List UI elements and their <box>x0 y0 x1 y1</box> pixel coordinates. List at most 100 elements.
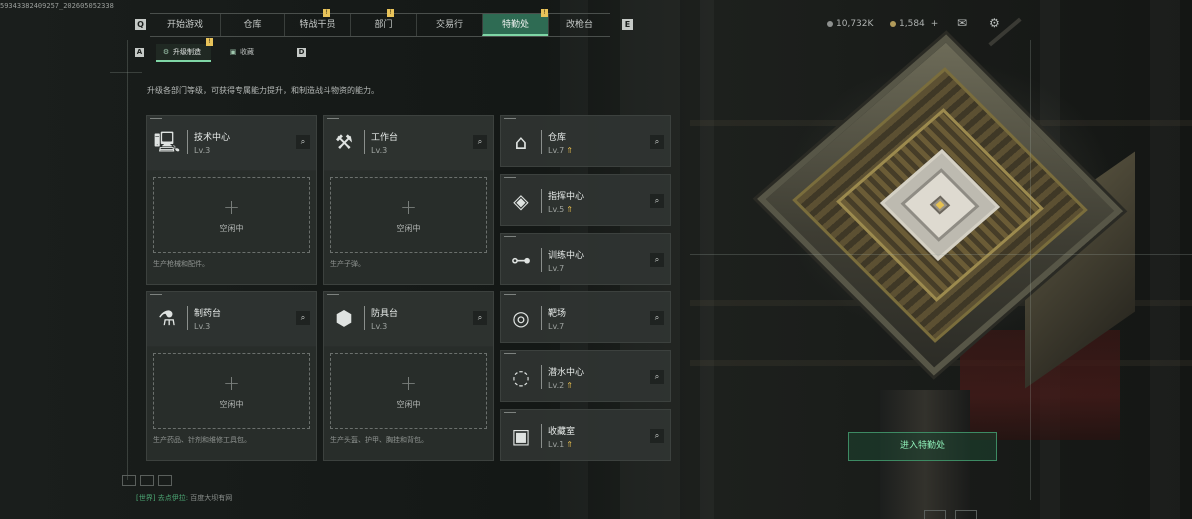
intro-text: 升级各部门等级，可获得专属能力提升，和制造战斗物资的能力。 <box>147 86 379 95</box>
tab-operators[interactable]: 特战干员! <box>284 9 350 36</box>
bottom-button[interactable] <box>955 510 977 519</box>
production-slot[interactable]: + 空闲中 <box>153 177 310 253</box>
diving-goggles-icon: ◌ <box>512 365 530 389</box>
gear-icon[interactable]: ⚙ <box>989 17 1000 29</box>
chat-line[interactable]: [世界] 去点伊拉: 百度大坝有网 <box>136 493 232 503</box>
mail-icon[interactable]: ✉ <box>957 17 967 29</box>
enter-special-ops-button[interactable]: 进入特勤处 <box>848 432 997 461</box>
chat-emote-button[interactable] <box>158 475 172 486</box>
microscope-icon: ⚗ <box>158 306 176 330</box>
building-name: 防具台 <box>371 309 399 319</box>
collection-icon: ▣ <box>229 48 237 56</box>
building-level: Lv.1 ⇑ <box>548 440 573 449</box>
search-icon[interactable]: ⌕ <box>650 370 664 384</box>
main-nav-tabs: 开始游戏 仓库 特战干员! 部门! 交易行 特勤处! 改枪台 <box>150 9 610 37</box>
target-icon: ◎ <box>512 306 530 330</box>
plus-icon: + <box>223 194 240 219</box>
building-card-tech-center[interactable]: 🖳 技术中心 Lv.3 ⌕ + 空闲中 生产枪械和配件。 <box>146 115 317 285</box>
search-icon[interactable]: ⌕ <box>650 253 664 267</box>
command-diamond-icon: ◈ <box>513 189 529 213</box>
building-description: 生产头盔、护甲、胸挂和背包。 <box>330 436 428 444</box>
upgrade-arrow-icon: ⇑ <box>566 146 573 155</box>
tab-special-ops[interactable]: 特勤处! <box>482 9 548 36</box>
coin-icon <box>827 21 833 27</box>
craft-icon: ⚙ <box>162 48 170 56</box>
chat-toggle-button[interactable] <box>122 475 136 486</box>
building-description: 生产子弹。 <box>330 260 365 268</box>
notification-badge: ! <box>323 9 330 17</box>
display-case-icon: ▣ <box>511 424 531 448</box>
building-name: 潜水中心 <box>548 368 585 378</box>
building-card-training-center[interactable]: ⊶ 训练中心 Lv.7 ⌕ <box>500 233 671 285</box>
building-level: Lv.3 <box>371 146 388 155</box>
building-level: Lv.3 <box>194 322 211 331</box>
tab-gunsmith[interactable]: 改枪台 <box>548 14 610 36</box>
building-card-collection-room[interactable]: ▣ 收藏室 Lv.1 ⇑ ⌕ <box>500 409 671 461</box>
building-card-command-center[interactable]: ◈ 指挥中心 Lv.5 ⇑ ⌕ <box>500 174 671 226</box>
building-name: 指挥中心 <box>548 192 585 202</box>
chat-channel: [世界] <box>136 494 156 502</box>
production-slot[interactable]: + 空闲中 <box>330 353 487 429</box>
building-card-warehouse[interactable]: ⌂ 仓库 Lv.7 ⇑ ⌕ <box>500 115 671 167</box>
sub-nav-tabs: ⚙ 升级制造 ! ▣ 收藏 <box>150 38 264 62</box>
tab-department[interactable]: 部门! <box>350 9 416 36</box>
point-icon <box>890 21 896 27</box>
subnav-prev-key[interactable]: A <box>135 48 144 57</box>
search-icon[interactable]: ⌕ <box>650 429 664 443</box>
building-name: 工作台 <box>371 133 399 143</box>
armor-pieces-icon: ⬢ <box>335 306 353 330</box>
building-name: 收藏室 <box>548 427 576 437</box>
building-card-workbench[interactable]: ⚒ 工作台 Lv.3 ⌕ + 空闲中 生产子弹。 <box>323 115 494 285</box>
tab-start-game[interactable]: 开始游戏 <box>150 14 220 36</box>
search-icon[interactable]: ⌕ <box>650 135 664 149</box>
building-card-shooting-range[interactable]: ◎ 靶场 Lv.7 ⌕ <box>500 291 671 343</box>
chat-channel-button[interactable] <box>140 475 154 486</box>
search-icon[interactable]: ⌕ <box>473 135 487 149</box>
dumbbell-icon: ⊶ <box>511 248 531 272</box>
warehouse-icon: ⌂ <box>514 130 528 154</box>
notification-badge: ! <box>206 38 213 46</box>
building-card-armor-bench[interactable]: ⬢ 防具台 Lv.3 ⌕ + 空闲中 生产头盔、护甲、胸挂和背包。 <box>323 291 494 461</box>
tab-trade[interactable]: 交易行 <box>416 14 482 36</box>
special-ops-cube <box>757 34 1135 400</box>
building-level: Lv.7 <box>548 264 565 273</box>
building-level: Lv.5 ⇑ <box>548 205 573 214</box>
production-slot[interactable]: + 空闲中 <box>153 353 310 429</box>
computer-icon: 🖳 <box>153 130 181 154</box>
building-description: 生产药品、针剂和维修工具包。 <box>153 436 251 444</box>
currency-points: 1,584 + <box>890 19 938 29</box>
search-icon[interactable]: ⌕ <box>296 135 310 149</box>
upgrade-arrow-icon: ⇑ <box>566 440 573 449</box>
building-card-pharmacy[interactable]: ⚗ 制药台 Lv.3 ⌕ + 空闲中 生产药品、针剂和维修工具包。 <box>146 291 317 461</box>
notification-badge: ! <box>387 9 394 17</box>
building-level: Lv.3 <box>371 322 388 331</box>
search-icon[interactable]: ⌕ <box>650 311 664 325</box>
search-icon[interactable]: ⌕ <box>473 311 487 325</box>
chat-message: 百度大坝有网 <box>190 494 233 502</box>
subnav-next-key[interactable]: D <box>297 48 306 57</box>
building-level: Lv.3 <box>194 146 211 155</box>
tab-warehouse[interactable]: 仓库 <box>220 14 284 36</box>
building-name: 技术中心 <box>194 133 231 143</box>
search-icon[interactable]: ⌕ <box>296 311 310 325</box>
subtab-collection[interactable]: ▣ 收藏 <box>223 44 264 62</box>
bottom-button[interactable] <box>924 510 946 519</box>
upgrade-arrow-icon: ⇑ <box>566 381 573 390</box>
building-level: Lv.2 ⇑ <box>548 381 573 390</box>
subtab-upgrade-craft[interactable]: ⚙ 升级制造 ! <box>156 38 213 62</box>
building-card-diving-center[interactable]: ◌ 潜水中心 Lv.2 ⇑ ⌕ <box>500 350 671 402</box>
search-icon[interactable]: ⌕ <box>650 194 664 208</box>
nav-prev-key[interactable]: Q <box>135 19 146 30</box>
building-description: 生产枪械和配件。 <box>153 260 209 268</box>
building-name: 仓库 <box>548 133 567 143</box>
plus-icon: + <box>223 370 240 395</box>
chat-user: 去点伊拉: <box>157 494 189 502</box>
upgrade-arrow-icon: ⇑ <box>566 205 573 214</box>
nav-next-key[interactable]: E <box>622 19 633 30</box>
plus-icon: + <box>400 194 417 219</box>
plus-icon: + <box>400 370 417 395</box>
add-currency-button[interactable]: + <box>931 19 939 29</box>
building-level: Lv.7 ⇑ <box>548 146 573 155</box>
building-name: 训练中心 <box>548 251 585 261</box>
production-slot[interactable]: + 空闲中 <box>330 177 487 253</box>
